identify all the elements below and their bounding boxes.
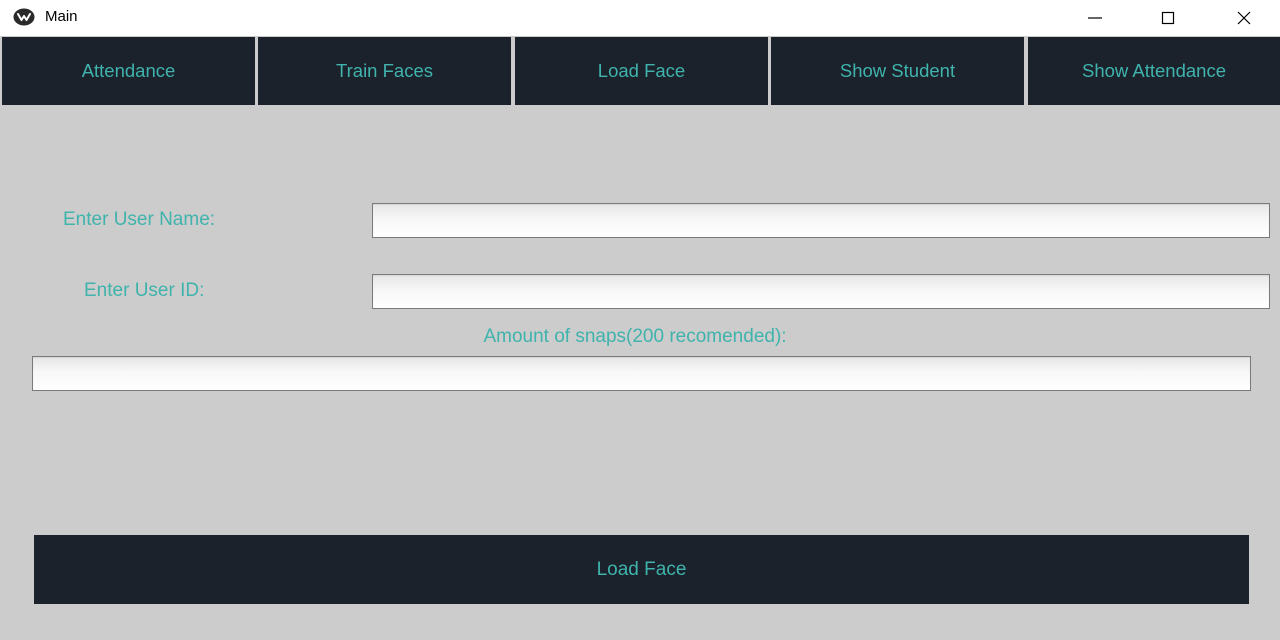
snaps-label: Amount of snaps(200 recomended): xyxy=(483,326,787,347)
maximize-button[interactable] xyxy=(1138,0,1198,36)
tab-show-student[interactable]: Show Student xyxy=(771,37,1024,105)
user-id-label: Enter User ID: xyxy=(84,280,205,301)
tab-show-attendance[interactable]: Show Attendance xyxy=(1028,37,1280,105)
tab-load-face[interactable]: Load Face xyxy=(515,37,768,105)
user-id-input[interactable] xyxy=(372,274,1270,309)
load-face-button[interactable]: Load Face xyxy=(34,535,1249,604)
kivy-logo-icon xyxy=(13,8,35,26)
snaps-input[interactable] xyxy=(32,356,1251,391)
app-window: Main Attendance Train Faces Load Face Sh… xyxy=(0,0,1280,640)
tab-attendance[interactable]: Attendance xyxy=(2,37,255,105)
maximize-icon xyxy=(1161,11,1175,25)
close-button[interactable] xyxy=(1214,0,1274,36)
tab-train-faces[interactable]: Train Faces xyxy=(258,37,511,105)
tab-bar: Attendance Train Faces Load Face Show St… xyxy=(0,36,1280,106)
title-bar: Main xyxy=(0,0,1280,36)
window-title: Main xyxy=(45,8,78,25)
close-icon xyxy=(1237,11,1251,25)
user-name-label: Enter User Name: xyxy=(63,209,216,230)
minimize-button[interactable] xyxy=(1065,0,1125,36)
minimize-icon xyxy=(1088,17,1102,19)
user-name-input[interactable] xyxy=(372,203,1270,238)
